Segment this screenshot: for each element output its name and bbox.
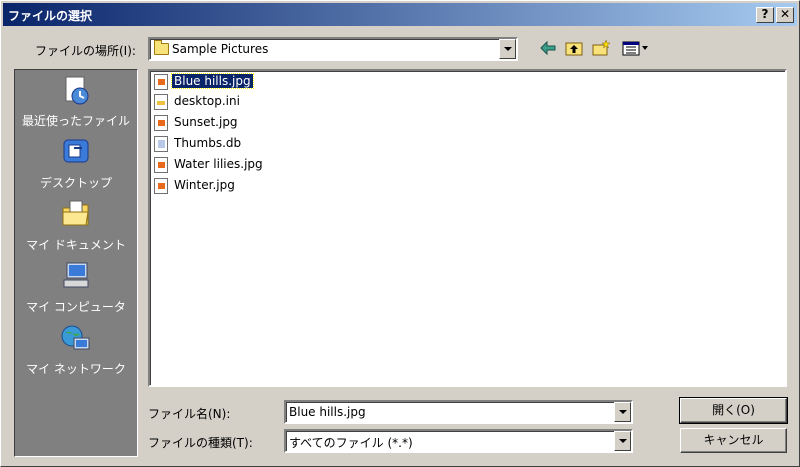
- open-button[interactable]: 開く(O): [679, 397, 788, 424]
- cancel-button[interactable]: キャンセル: [680, 428, 787, 453]
- image-file-icon: [154, 157, 168, 173]
- filename-label: ファイル名(N):: [148, 407, 231, 421]
- file-name: Sunset.jpg: [174, 115, 238, 129]
- place-recent-files[interactable]: 最近使ったファイル: [15, 74, 137, 132]
- image-file-icon: [154, 74, 168, 90]
- recent-files-icon: [65, 76, 89, 105]
- settings-file-icon: [154, 94, 168, 110]
- view-menu-icon[interactable]: [621, 39, 651, 57]
- image-file-icon: [154, 178, 168, 194]
- folder-icon: [154, 40, 169, 55]
- place-my-documents[interactable]: マイ ドキュメント: [15, 198, 137, 256]
- filename-dropdown-button[interactable]: [614, 402, 631, 422]
- new-folder-icon[interactable]: [591, 39, 611, 57]
- my-documents-icon: [62, 200, 89, 226]
- file-list[interactable]: Blue hills.jpg desktop.ini Sunset.jpg Th…: [148, 69, 787, 387]
- place-label: デスクトップ: [39, 176, 112, 190]
- file-name: Winter.jpg: [174, 178, 235, 192]
- filename-value: Blue hills.jpg: [289, 405, 366, 419]
- my-computer-icon: [63, 262, 89, 288]
- file-open-dialog: ファイルの選択 ? ✕ ファイルの場所(I): Sample Pictures: [0, 0, 800, 467]
- image-file-icon: [154, 115, 168, 131]
- file-name: Water lilies.jpg: [174, 157, 263, 171]
- close-button[interactable]: ✕: [776, 7, 794, 23]
- place-label: マイ コンピュータ: [26, 300, 126, 314]
- location-label: ファイルの場所(I):: [35, 44, 136, 58]
- place-my-network[interactable]: マイ ネットワーク: [15, 322, 137, 380]
- my-network-icon: [61, 325, 90, 350]
- place-label: マイ ドキュメント: [26, 238, 126, 252]
- place-my-computer[interactable]: マイ コンピュータ: [15, 260, 137, 318]
- back-arrow-icon[interactable]: [538, 39, 558, 57]
- filetype-dropdown-button[interactable]: [614, 431, 631, 451]
- filetype-value: すべてのファイル (*.*): [289, 436, 413, 450]
- database-file-icon: [154, 136, 168, 152]
- place-desktop[interactable]: デスクトップ: [15, 136, 137, 194]
- file-name: Thumbs.db: [174, 136, 242, 150]
- filetype-label: ファイルの種類(T):: [148, 436, 253, 450]
- filename-input[interactable]: Blue hills.jpg: [284, 400, 633, 424]
- places-bar: 最近使ったファイル デスクトップ マイ ドキュメント マイ コンピュータ マイ …: [14, 69, 138, 457]
- filetype-select[interactable]: すべてのファイル (*.*): [284, 429, 633, 453]
- help-button[interactable]: ?: [756, 7, 774, 23]
- file-name: Blue hills.jpg: [171, 73, 254, 89]
- desktop-icon: [63, 139, 89, 163]
- place-label: マイ ネットワーク: [26, 362, 126, 376]
- location-value: Sample Pictures: [172, 42, 269, 56]
- place-label: 最近使ったファイル: [21, 114, 130, 128]
- window-title: ファイルの選択: [8, 9, 93, 23]
- up-folder-icon[interactable]: [564, 39, 584, 57]
- location-combo[interactable]: Sample Pictures: [148, 37, 518, 61]
- location-dropdown-button[interactable]: [499, 39, 516, 59]
- title-bar[interactable]: ファイルの選択 ? ✕: [3, 3, 797, 26]
- file-name: desktop.ini: [174, 94, 240, 108]
